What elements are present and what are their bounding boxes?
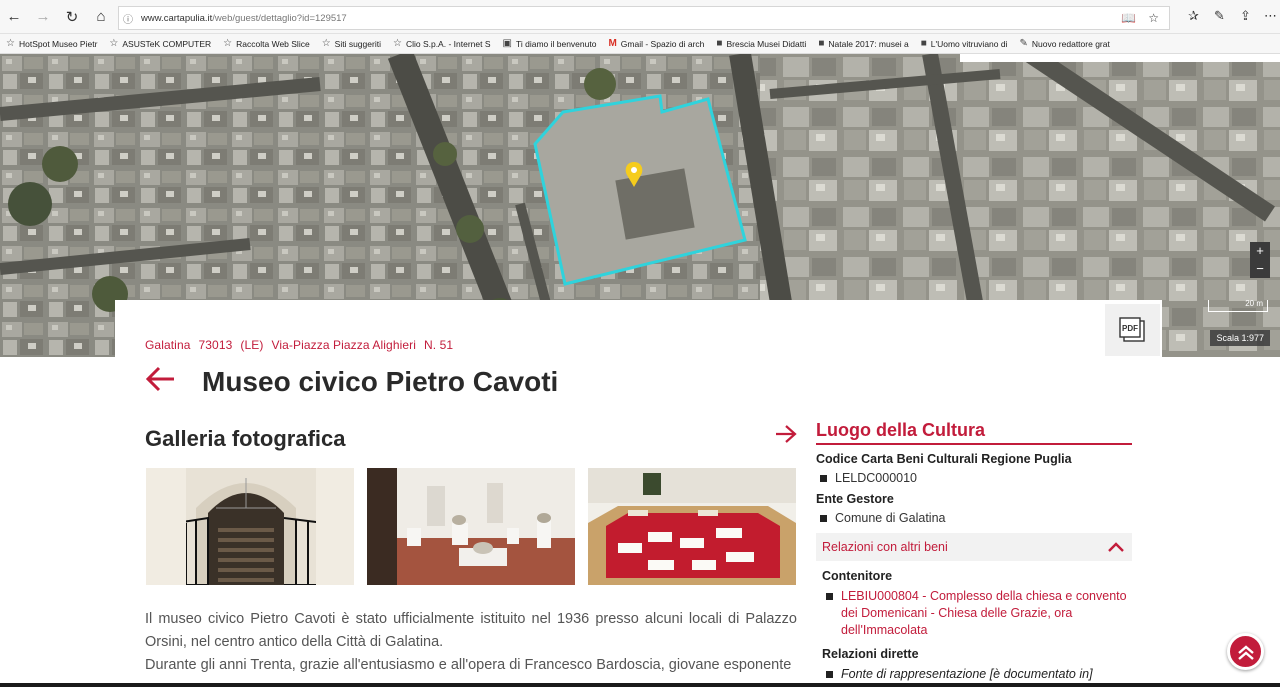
sidebar: Luogo della Cultura Codice Carta Beni Cu… (816, 420, 1132, 683)
pdf-icon: PDF (1118, 317, 1145, 342)
code-label: Codice Carta Beni Culturali Regione Pugl… (816, 452, 1072, 466)
scroll-top-button[interactable] (1227, 633, 1264, 670)
code-item: LELDC000010 (816, 471, 1132, 485)
bookmark-item[interactable]: ☆ ASUSTeK COMPUTER (109, 38, 211, 49)
star-icon: ☆ (109, 38, 119, 49)
refresh-icon[interactable]: ↻ (58, 3, 86, 31)
info-icon[interactable]: ⓘ (119, 11, 137, 26)
bookmark-item[interactable]: ☆ Raccolta Web Slice (223, 38, 310, 49)
bookmark-item[interactable]: ▣ Ti diamo il benvenuto (503, 38, 597, 49)
ente-label: Ente Gestore (816, 492, 894, 506)
bookmark-label: Nuovo redattore grat (1031, 38, 1110, 49)
map-top-overlay (960, 54, 1280, 62)
bookmark-item[interactable]: ☆ Clio S.p.A. - Internet S (393, 38, 491, 49)
bookmark-item[interactable]: ■ Natale 2017: musei a (818, 38, 908, 49)
address-bar[interactable]: ⓘ www.cartapulia.it/web/guest/dettaglio?… (118, 6, 1170, 30)
page-title: Museo civico Pietro Cavoti (202, 366, 559, 397)
bookmark-item[interactable]: ☆ Siti suggeriti (322, 38, 381, 49)
ente-item: Comune di Galatina (816, 511, 1132, 525)
share-icon[interactable]: ⇪ (1240, 8, 1251, 24)
star-icon: ☆ (321, 38, 331, 49)
doc-icon: ▣ (502, 38, 512, 49)
description-paragraph-1: Il museo civico Pietro Cavoti è stato uf… (145, 611, 797, 650)
taskbar-edge (0, 683, 1280, 687)
bookmark-item[interactable]: ☆ HotSpot Museo Pietr (6, 38, 97, 49)
chevron-up-icon (1108, 542, 1124, 552)
description-paragraph-2: Durante gli anni Trenta, grazie all'entu… (145, 657, 792, 673)
back-icon[interactable]: ← (0, 3, 28, 31)
browser-toolbar: ← → ↻ ⌂ ⓘ www.cartapulia.it/web/guest/de… (0, 0, 1280, 34)
zoom-out-button[interactable]: − (1250, 260, 1270, 278)
url-text: www.cartapulia.it/web/guest/dettaglio?id… (141, 12, 347, 24)
bullet-icon (826, 671, 833, 678)
sidebar-title: Luogo della Cultura (816, 420, 1132, 445)
bookmark-label: Brescia Musei Didatti (726, 38, 807, 49)
bookmark-item[interactable]: ✎ Nuovo redattore grat (1019, 38, 1109, 49)
double-chevron-up-icon (1237, 644, 1254, 660)
star-icon: ☆ (6, 38, 15, 49)
gallery-photo-1[interactable] (146, 468, 354, 585)
home-icon[interactable]: ⌂ (87, 3, 115, 31)
svg-text:PDF: PDF (1122, 324, 1138, 333)
gmail-icon: M (608, 38, 617, 49)
site-icon: ■ (920, 38, 927, 49)
favorites-hub-icon[interactable]: ✰ (1188, 8, 1199, 24)
scale-bar: 20 m (1208, 300, 1268, 312)
forward-icon[interactable]: → (29, 3, 57, 31)
bookmark-label: Natale 2017: musei a (828, 38, 909, 49)
bookmark-label: Siti suggeriti (334, 38, 381, 49)
site-icon: ■ (818, 38, 825, 49)
bookmark-label: L'Uomo vitruviano di (930, 38, 1008, 49)
bookmark-label: Ti diamo il benvenuto (515, 38, 597, 49)
bookmark-item[interactable]: ■ L'Uomo vitruviano di (921, 38, 1008, 49)
bookmark-label: Raccolta Web Slice (236, 38, 310, 49)
scale-ratio: Scala 1:977 (1210, 330, 1270, 346)
favorite-star-icon[interactable]: ☆ (1148, 11, 1159, 25)
gallery-photo-2[interactable] (367, 468, 575, 585)
notes-icon[interactable]: ✎ (1214, 8, 1225, 24)
favorites-bar: ☆ HotSpot Museo Pietr ☆ ASUSTeK COMPUTER ☆ Ra… (0, 34, 1280, 54)
gallery-arrow-icon[interactable] (775, 424, 797, 450)
address-line: Galatina 73013 (LE) Via-Piazza Piazza Aligh… (145, 338, 454, 352)
contenitore-link[interactable]: LEBIU000804 - Complesso della chiesa e c… (826, 588, 1132, 639)
pen-icon: ✎ (1019, 38, 1028, 49)
bookmark-label: HotSpot Museo Pietr (18, 38, 98, 49)
gallery-photo-3[interactable] (588, 468, 796, 585)
zoom-controls: + − (1250, 242, 1270, 278)
bookmark-item[interactable]: ■ Brescia Musei Didatti (716, 38, 806, 49)
bullet-icon (820, 514, 827, 522)
bookmark-label: Gmail - Spazio di arch (620, 38, 705, 49)
more-icon[interactable]: ⋯ (1264, 8, 1277, 24)
relations-accordion[interactable]: Relazioni con altri beni (816, 533, 1132, 561)
reading-view-icon[interactable]: 📖 (1121, 11, 1136, 25)
bookmark-label: Clio S.p.A. - Internet S (405, 38, 491, 49)
bullet-icon (826, 593, 833, 600)
zoom-in-button[interactable]: + (1250, 242, 1270, 260)
back-arrow-icon[interactable] (145, 366, 175, 399)
star-icon: ☆ (392, 38, 402, 49)
site-icon: ■ (716, 38, 723, 49)
dirette-label: Relazioni dirette (822, 647, 919, 661)
star-icon: ☆ (223, 38, 233, 49)
bullet-icon (820, 474, 827, 482)
pdf-button[interactable]: PDF (1105, 304, 1160, 356)
bookmark-item[interactable]: M Gmail - Spazio di arch (608, 38, 704, 49)
bookmark-label: ASUSTeK COMPUTER (122, 38, 212, 49)
dirette-item: Fonte di rappresentazione [è documentato… (826, 666, 1132, 683)
gallery-title: Galleria fotografica (145, 426, 346, 451)
contenitore-label: Contenitore (822, 569, 893, 583)
description: Il museo civico Pietro Cavoti è stato uf… (145, 608, 797, 677)
